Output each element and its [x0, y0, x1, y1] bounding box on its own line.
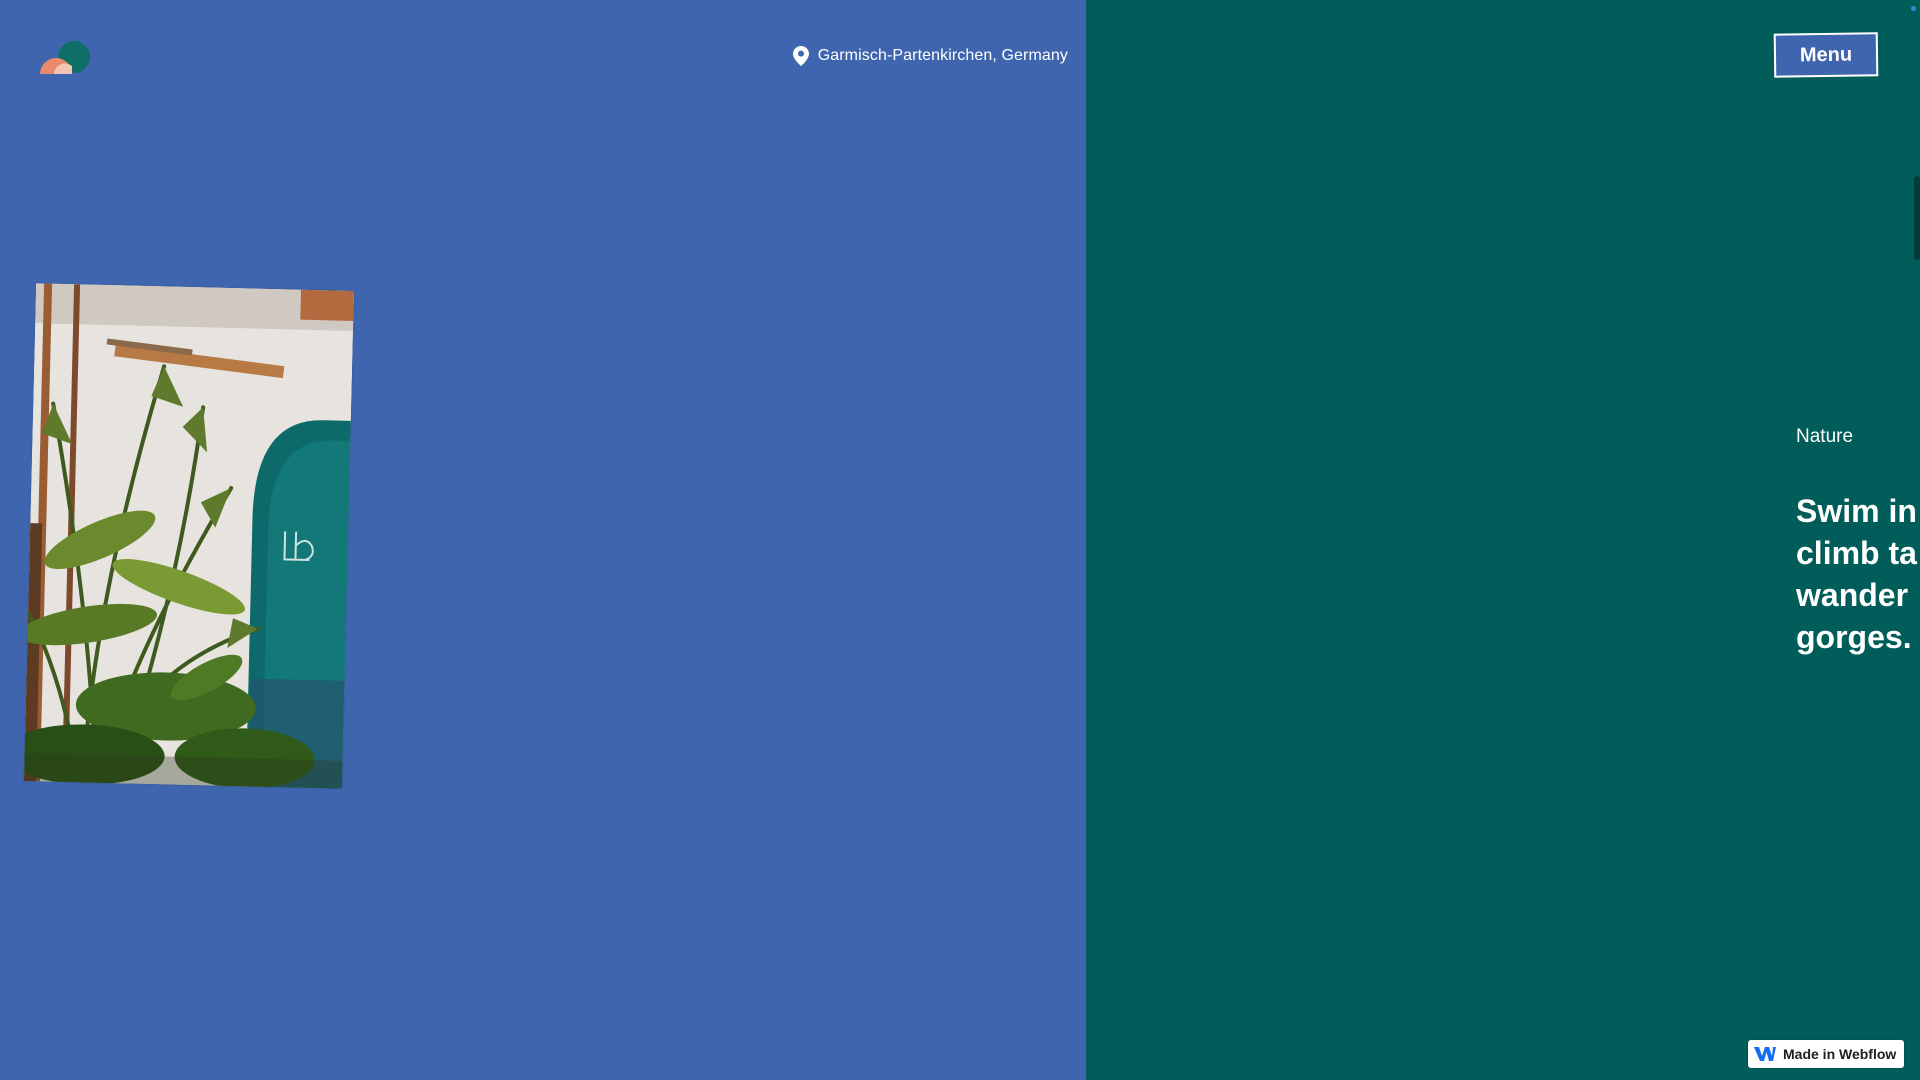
location-label: Garmisch-Partenkirchen, Germany [792, 46, 1068, 66]
made-in-webflow-badge[interactable]: Made in Webflow [1748, 1040, 1905, 1068]
badge-label: Made in Webflow [1783, 1046, 1897, 1062]
brand-logo-icon [40, 41, 90, 74]
location-text: Garmisch-Partenkirchen, Germany [817, 47, 1068, 64]
webflow-logo-icon [1754, 1047, 1776, 1061]
feature-category: Nature [1796, 426, 1854, 447]
location-pin-icon [792, 46, 809, 66]
headline-line: wander [1796, 577, 1909, 613]
left-panel: Garmisch-Partenkirchen, Germany [0, 0, 1086, 1080]
menu-button[interactable]: Menu [1773, 32, 1879, 78]
headline-line: gorges. [1796, 619, 1912, 655]
headline-line: Swim in [1796, 493, 1917, 529]
corner-indicator [1911, 6, 1916, 11]
brand-logo[interactable] [38, 38, 94, 74]
headline-line: climb ta [1796, 535, 1917, 571]
scrollbar-thumb[interactable] [1914, 176, 1920, 260]
feature-headline: Swim in climb ta wander gorges. [1796, 490, 1920, 658]
hero-photo [23, 283, 355, 789]
page: Garmisch-Partenkirchen, Germany Menu Nat… [0, 0, 1920, 1080]
right-panel [1086, 0, 1920, 1080]
courtyard-plant-image [23, 283, 355, 789]
